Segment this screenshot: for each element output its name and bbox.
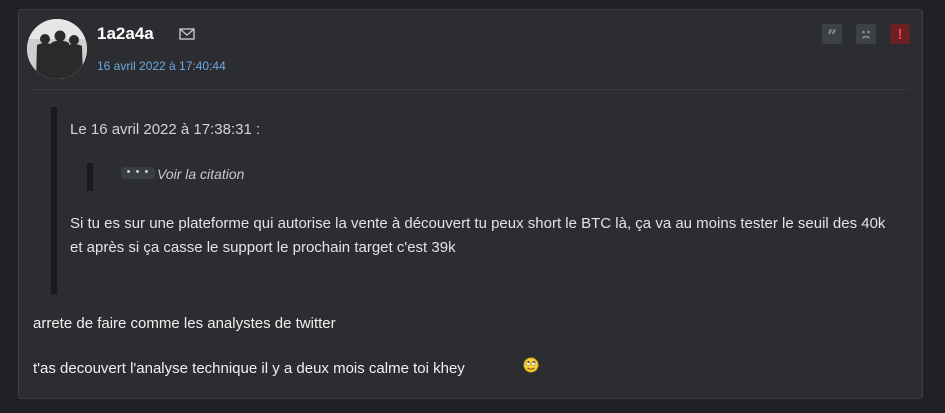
- quote-header: Le 16 avril 2022 à 17:38:31 :: [70, 121, 261, 138]
- post-paragraph-1: arrete de faire comme les analystes de t…: [33, 315, 336, 332]
- forum-post: 1a2a4a 16 avril 2022 à 17:40:44 ” ! Le 1…: [18, 9, 923, 399]
- quote-button[interactable]: ”: [822, 24, 842, 47]
- report-button[interactable]: !: [890, 24, 910, 44]
- alert-icon: !: [897, 25, 903, 43]
- post-actions: ” !: [822, 24, 910, 47]
- smiley-icon: [523, 357, 539, 373]
- post-date-link[interactable]: 16 avril 2022 à 17:40:44: [97, 59, 226, 73]
- post-paragraph-2: t'as decouvert l'analyse technique il y …: [33, 360, 465, 377]
- nested-quote: • • • Voir la citation: [87, 163, 453, 191]
- quote-icon: ”: [827, 27, 837, 47]
- envelope-icon[interactable]: [179, 27, 195, 41]
- user-avatar[interactable]: [27, 19, 87, 79]
- avatar-image: [27, 19, 87, 79]
- quote-text: Si tu es sur une plateforme qui autorise…: [70, 215, 886, 256]
- quoted-message: Le 16 avril 2022 à 17:38:31 : • • • Voir…: [51, 107, 911, 294]
- sad-face-icon: [862, 30, 870, 39]
- post-author[interactable]: 1a2a4a: [97, 24, 154, 44]
- sad-button[interactable]: [856, 24, 876, 44]
- show-quote-link[interactable]: Voir la citation: [157, 166, 244, 182]
- expand-quote-button[interactable]: • • •: [121, 167, 155, 179]
- header-divider: [31, 89, 910, 90]
